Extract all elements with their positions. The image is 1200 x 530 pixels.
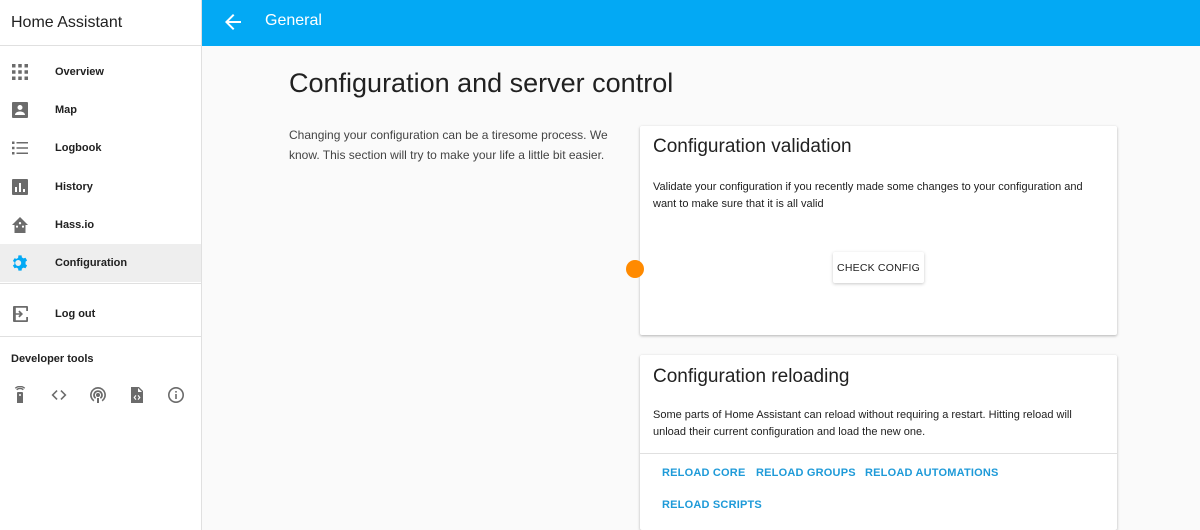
- app-title: Home Assistant: [0, 0, 201, 46]
- sidebar-divider: [0, 336, 201, 337]
- chart-icon: [11, 178, 29, 196]
- reloading-card-text: Some parts of Home Assistant can reload …: [653, 409, 1072, 438]
- code-icon[interactable]: [49, 385, 69, 405]
- sidebar-item-logout[interactable]: Log out: [0, 295, 201, 333]
- app-toolbar: General: [202, 0, 1200, 46]
- sidebar-item-label: Configuration: [55, 257, 128, 269]
- podcast-icon[interactable]: [88, 385, 108, 405]
- grid-icon: [11, 63, 29, 81]
- sidebar-item-label: Map: [55, 104, 77, 116]
- sidebar-divider: [0, 283, 201, 284]
- reload-groups-button[interactable]: RELOAD GROUPS: [756, 467, 856, 479]
- validation-card-title: Configuration validation: [653, 136, 852, 157]
- sidebar-item-label: Logbook: [55, 142, 102, 154]
- list-icon: [11, 139, 29, 157]
- arrow-left-icon[interactable]: [222, 11, 244, 33]
- cursor-indicator: [626, 260, 644, 278]
- reload-scripts-button[interactable]: RELOAD SCRIPTS: [662, 499, 762, 511]
- developer-tools-title: Developer tools: [11, 353, 94, 365]
- sidebar-item-label: Hass.io: [55, 219, 95, 231]
- sidebar-item-history[interactable]: History: [0, 168, 201, 206]
- check-config-button[interactable]: CHECK CONFIG: [833, 252, 924, 283]
- info-icon[interactable]: [166, 385, 186, 405]
- sidebar-item-map[interactable]: Map: [0, 91, 201, 129]
- reloading-card-actions: RELOAD CORE RELOAD GROUPS RELOAD AUTOMAT…: [640, 453, 1117, 530]
- sidebar-item-hassio[interactable]: Hass.io: [0, 206, 201, 244]
- sidebar-item-logbook[interactable]: Logbook: [0, 129, 201, 167]
- sidebar-item-label: Log out: [55, 308, 96, 320]
- validation-card: Configuration validation Validate your c…: [640, 126, 1117, 335]
- validation-card-text: Validate your configuration if you recen…: [653, 181, 1083, 210]
- sidebar-item-configuration[interactable]: Configuration: [0, 244, 201, 282]
- page-title: Configuration and server control: [289, 68, 674, 98]
- logout-icon: [11, 305, 29, 323]
- reloading-card-title: Configuration reloading: [653, 366, 850, 387]
- sidebar-item-overview[interactable]: Overview: [0, 53, 201, 91]
- sidebar-item-label: Overview: [55, 66, 104, 78]
- sidebar: Home Assistant Overview Map Logbook Hist…: [0, 0, 202, 530]
- toolbar-title: General: [265, 12, 322, 29]
- reload-core-button[interactable]: RELOAD CORE: [662, 467, 745, 479]
- map-icon: [11, 101, 29, 119]
- intro-text: Changing your configuration can be a tir…: [289, 128, 608, 162]
- remote-icon[interactable]: [10, 385, 30, 405]
- sidebar-item-label: History: [55, 181, 93, 193]
- file-code-icon[interactable]: [127, 385, 147, 405]
- reloading-card: Configuration reloading Some parts of Ho…: [640, 355, 1117, 530]
- gear-icon: [11, 254, 29, 272]
- reload-automations-button[interactable]: RELOAD AUTOMATIONS: [865, 467, 999, 479]
- developer-tools-bar: [10, 385, 186, 405]
- home-assistant-icon: [11, 216, 29, 234]
